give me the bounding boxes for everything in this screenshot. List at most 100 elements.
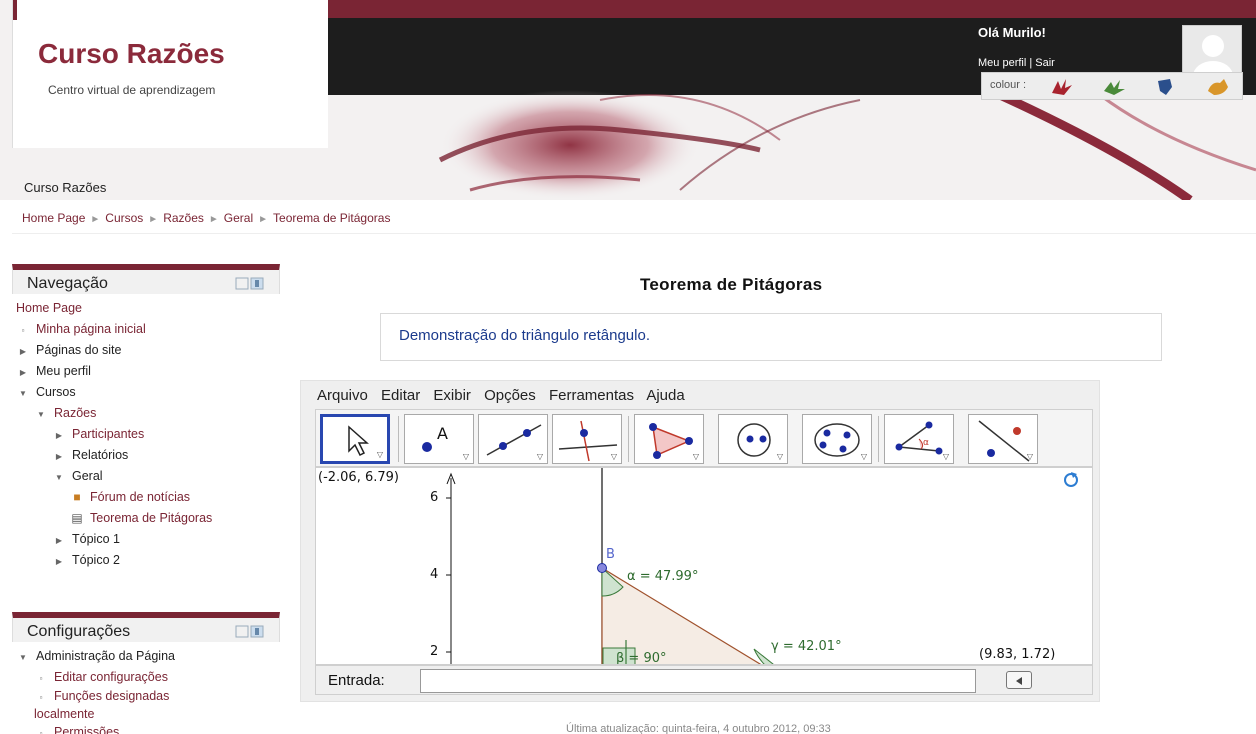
navigation-item[interactable]: ▼ Cursos bbox=[12, 382, 280, 403]
expanded-triangle-icon: ▼ bbox=[19, 389, 27, 398]
collapsed-triangle-icon: ▶ bbox=[19, 368, 27, 377]
navigation-item[interactable]: ▶ Participantes bbox=[12, 424, 280, 445]
navigation-item-label: Geral bbox=[72, 469, 103, 483]
reflect-tool-button[interactable]: ▽ bbox=[968, 414, 1038, 464]
y-tick-label: 4 bbox=[430, 567, 439, 582]
user-avatar-icon bbox=[1193, 35, 1233, 76]
settings-item-label: Permissões bbox=[54, 725, 120, 734]
navigation-item[interactable]: ▼ Razões bbox=[12, 403, 280, 424]
navigation-item[interactable]: ▶ Tópico 2 bbox=[12, 550, 280, 571]
perpendicular-tool-button[interactable]: ▽ bbox=[552, 414, 622, 464]
navigation-item-label: Teorema de Pitágoras bbox=[90, 511, 213, 525]
expanded-triangle-icon: ▼ bbox=[19, 653, 27, 662]
menu-arquivo[interactable]: Arquivo bbox=[317, 387, 368, 404]
collapsed-triangle-icon: ▶ bbox=[55, 536, 63, 545]
navigation-item-label: Tópico 1 bbox=[72, 532, 120, 546]
profile-link[interactable]: Meu perfil bbox=[978, 57, 1026, 69]
collapsed-triangle-icon: ▶ bbox=[55, 452, 63, 461]
navigation-item[interactable]: ■ Fórum de notícias bbox=[12, 487, 280, 508]
red-theme-swatch-icon[interactable] bbox=[1050, 77, 1074, 97]
page-title: Teorema de Pitágoras bbox=[640, 275, 823, 294]
menu-ferramentas[interactable]: Ferramentas bbox=[549, 387, 634, 404]
point-b-label: B bbox=[606, 547, 615, 562]
svg-text:A: A bbox=[437, 424, 448, 443]
line-tool-button[interactable]: ▽ bbox=[478, 414, 548, 464]
point-tool-button[interactable]: A ▽ bbox=[404, 414, 474, 464]
navigation-item[interactable]: Home Page bbox=[12, 298, 280, 319]
applet-menubar: Arquivo Editar Exibir Opções Ferramentas… bbox=[317, 387, 694, 404]
course-name: Curso Razões bbox=[24, 180, 107, 195]
page-icon: ▤ bbox=[71, 511, 83, 525]
y-tick-label: 6 bbox=[430, 490, 439, 505]
navigation-item-label: Participantes bbox=[72, 427, 145, 441]
site-title-panel bbox=[12, 0, 328, 148]
expanded-triangle-icon: ▼ bbox=[37, 410, 45, 419]
orange-theme-swatch-icon[interactable] bbox=[1206, 77, 1230, 97]
navigation-item-label: Fórum de notícias bbox=[90, 490, 191, 504]
navigation-item[interactable]: ▶ Meu perfil bbox=[12, 361, 280, 382]
left-triangle-icon bbox=[1016, 677, 1022, 685]
refresh-icon[interactable] bbox=[1064, 472, 1078, 487]
green-theme-swatch-icon[interactable] bbox=[1102, 77, 1126, 97]
collapsed-triangle-icon: ▶ bbox=[19, 347, 27, 356]
menu-editar[interactable]: Editar bbox=[381, 387, 420, 404]
ellipse-tool-button[interactable]: ▽ bbox=[802, 414, 872, 464]
settings-item[interactable]: ▼ Administração da Página bbox=[12, 646, 280, 667]
navigation-item[interactable]: ▶ Tópico 1 bbox=[12, 529, 280, 550]
navigation-item[interactable]: ▼ Geral bbox=[12, 466, 280, 487]
angle-alpha-label: α = 47.99° bbox=[627, 569, 699, 584]
breadcrumb-current[interactable]: Teorema de Pitágoras bbox=[273, 211, 390, 225]
navigation-block-header: Navegação bbox=[12, 264, 280, 294]
navigation-item-label: Relatórios bbox=[72, 448, 129, 462]
dock-block-icon[interactable] bbox=[235, 625, 265, 638]
colour-label: colour : bbox=[990, 79, 1027, 91]
navigation-item[interactable]: ▫ Minha página inicial bbox=[12, 319, 280, 340]
last-updated: Última atualização: quinta-feira, 4 outu… bbox=[566, 723, 831, 734]
bullet-icon: ▫ bbox=[39, 729, 43, 734]
navigation-item[interactable]: ▶ Relatórios bbox=[12, 445, 280, 466]
bullet-icon: ▫ bbox=[21, 326, 25, 335]
breadcrumb-cursos[interactable]: Cursos bbox=[105, 211, 143, 225]
settings-item-label: Funções designadas localmente bbox=[34, 689, 170, 721]
settings-item[interactable]: ▫ Permissões bbox=[12, 722, 280, 734]
y-tick-label: 2 bbox=[430, 644, 439, 659]
logout-link[interactable]: Sair bbox=[1035, 57, 1055, 69]
applet-toolbar: ▽ A ▽ ▽ ▽ ▽ ▽ ▽ α ▽ ▽ bbox=[315, 409, 1093, 467]
input-help-button[interactable] bbox=[1006, 671, 1032, 689]
command-input[interactable] bbox=[420, 669, 976, 693]
bullet-icon: ▫ bbox=[39, 674, 43, 683]
menu-ajuda[interactable]: Ajuda bbox=[646, 387, 684, 404]
geogebra-applet: Arquivo Editar Exibir Opções Ferramentas… bbox=[300, 380, 1100, 702]
polygon-tool-button[interactable]: ▽ bbox=[634, 414, 704, 464]
navigation-item[interactable]: ▤ Teorema de Pitágoras bbox=[12, 508, 280, 529]
settings-item[interactable]: ▫ Funções designadas localmente bbox=[12, 688, 232, 722]
menu-opcoes[interactable]: Opções bbox=[484, 387, 536, 404]
collapsed-triangle-icon: ▶ bbox=[55, 557, 63, 566]
graphics-view[interactable]: (-2.06, 6.79) 6 4 2 B α = 47.99° γ = 42.… bbox=[315, 467, 1093, 665]
avatar[interactable] bbox=[1182, 25, 1242, 77]
breadcrumb-geral[interactable]: Geral bbox=[224, 211, 253, 225]
circle-tool-button[interactable]: ▽ bbox=[718, 414, 788, 464]
navigation-item-label: Cursos bbox=[36, 385, 76, 399]
blue-theme-swatch-icon[interactable] bbox=[1154, 77, 1178, 97]
settings-item[interactable]: ▫ Editar configurações bbox=[12, 667, 280, 688]
angle-beta-label: β = 90° bbox=[616, 651, 667, 665]
breadcrumb-home[interactable]: Home Page bbox=[22, 211, 85, 225]
angle-tool-button[interactable]: α ▽ bbox=[884, 414, 954, 464]
navigation-item-label: Meu perfil bbox=[36, 364, 91, 378]
navigation-title: Navegação bbox=[27, 275, 108, 292]
settings-item-label: Editar configurações bbox=[54, 670, 168, 684]
breadcrumb-razoes[interactable]: Razões bbox=[163, 211, 204, 225]
user-links: Meu perfil | Sair bbox=[978, 57, 1055, 69]
navigation-item-label: Tópico 2 bbox=[72, 553, 120, 567]
top-left-coordinate: (-2.06, 6.79) bbox=[318, 470, 399, 485]
menu-exibir[interactable]: Exibir bbox=[433, 387, 471, 404]
colour-switcher: colour : bbox=[981, 72, 1243, 100]
svg-text:α: α bbox=[923, 438, 929, 448]
navigation-item[interactable]: ▶ Páginas do site bbox=[12, 340, 280, 361]
settings-tree: ▼ Administração da Página ▫ Editar configur… bbox=[12, 642, 280, 734]
link-separator: | bbox=[1029, 57, 1033, 69]
dock-block-icon[interactable] bbox=[235, 277, 265, 290]
site-title[interactable]: Curso Razões bbox=[38, 38, 225, 70]
move-tool-button[interactable]: ▽ bbox=[320, 414, 390, 464]
